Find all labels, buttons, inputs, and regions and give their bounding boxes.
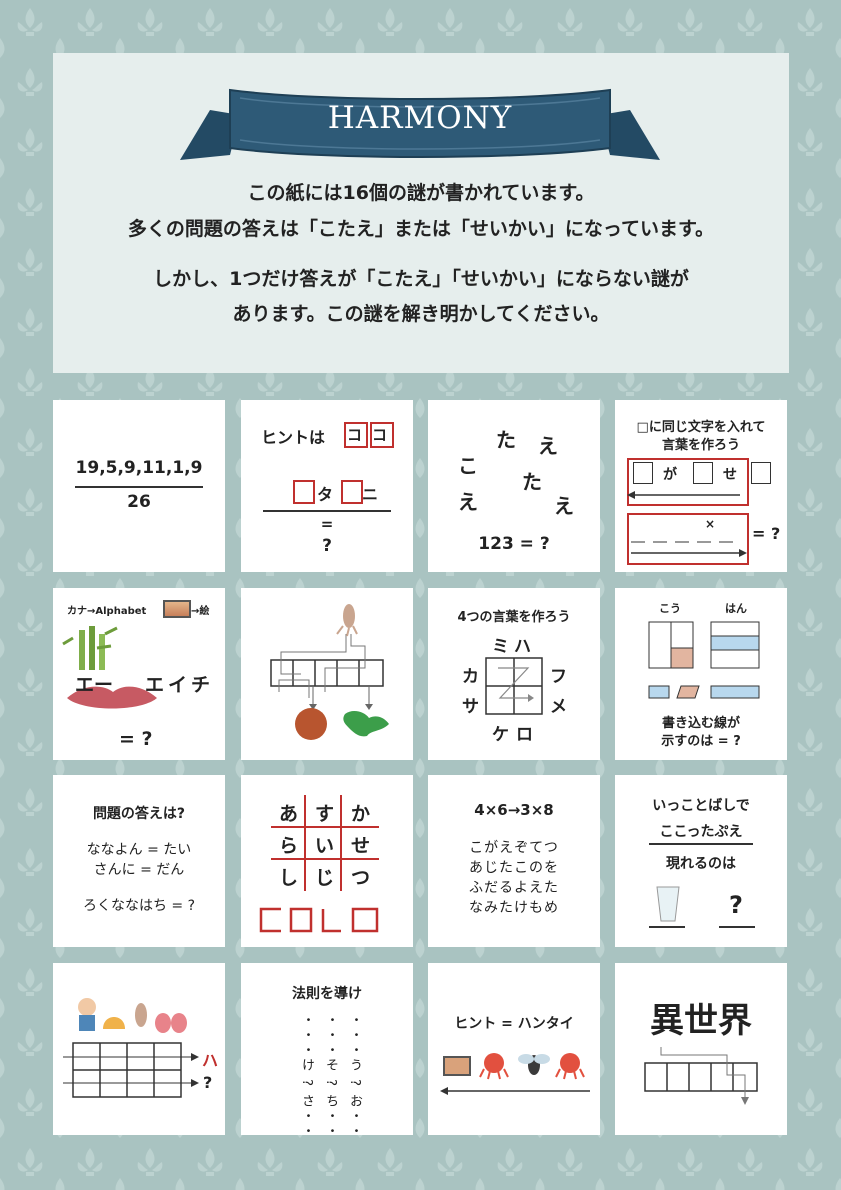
- maze-diagram: [270, 604, 389, 740]
- char-e-1: え: [538, 434, 558, 458]
- puzzle-card-13: ハ ?: [53, 963, 225, 1135]
- card11-row: あじたこのを: [469, 860, 559, 876]
- card9-question: 問題の答えは?: [92, 806, 186, 822]
- fraction-bar: [75, 486, 203, 488]
- card9-line-1: ななよん = たい: [86, 842, 192, 858]
- puzzle-card-1: 19,5,9,11,1,9 26: [53, 400, 225, 572]
- puzzle-card-3: た え こ た え え 123 = ?: [428, 400, 600, 572]
- intro-line-2: 多くの問題の答えは「こたえ」または「せいかい」になっています。: [127, 218, 715, 240]
- equation: 123 = ?: [478, 534, 550, 554]
- puzzle-card-6: [241, 588, 413, 760]
- puzzle-card-11: 4×6→3×8 こがえぞてつ あじたこのを ふだるよえた なみたけもめ: [428, 775, 600, 947]
- grid-char: じ: [315, 867, 335, 889]
- column-1: ・・・け ? さ・・・: [299, 1013, 314, 1135]
- card9-line-3: ろくななはち = ?: [82, 898, 196, 914]
- lungs-icon: [155, 1013, 187, 1033]
- puzzle-card-4: □に同じ文字を入れて 言葉を作ろう が せ × = ?: [615, 400, 787, 572]
- card11-row: ふだるよえた: [469, 880, 559, 896]
- equals-question: = ?: [119, 728, 153, 750]
- mars-icon: [295, 708, 327, 740]
- question-mark: ?: [322, 536, 332, 556]
- shell-icon: [103, 1017, 125, 1029]
- grid-char: つ: [351, 867, 371, 889]
- hint-label: ヒントは: [261, 428, 326, 447]
- char-ko: こ: [458, 454, 478, 478]
- ta-char: タ: [317, 485, 334, 504]
- ni-char: ニ: [362, 485, 379, 504]
- grid-char: す: [315, 803, 335, 825]
- grid-char: ら: [279, 835, 299, 857]
- title-banner: HARMONY: [170, 70, 670, 170]
- answer-glyph-boxes: [259, 907, 379, 933]
- icon-row: [440, 1053, 590, 1095]
- fraction-numerator: 19,5,9,11,1,9: [75, 458, 203, 478]
- puzzle-card-16: 異世界: [615, 963, 787, 1135]
- column-3: ・・・う ? お・・・: [347, 1013, 362, 1135]
- card8-text-2: 示すのは = ?: [661, 734, 741, 749]
- puzzle-card-8: こう はん 書き込む線が 示すのは = ?: [615, 588, 787, 760]
- maze-diagram: [644, 1047, 758, 1105]
- answer-ha: ハ: [202, 1051, 219, 1070]
- eichi-text: エイチ: [145, 674, 215, 696]
- times-mark: ×: [705, 517, 716, 531]
- ee-text: エー: [75, 674, 114, 696]
- intro-line-1: この紙には16個の謎が書かれています。: [247, 182, 595, 204]
- glass-icon: [649, 886, 755, 928]
- char-ta-1: た: [496, 428, 516, 452]
- grid-2x2: [485, 657, 543, 715]
- word-frame-2: [627, 513, 749, 565]
- octopus-icon: [555, 1053, 585, 1080]
- answer-question: ?: [203, 1073, 213, 1092]
- fraction-bar: [263, 510, 391, 512]
- world-map-icon: [343, 711, 389, 737]
- puzzle-card-9: 問題の答えは? ななよん = たい さんに = だん ろくななはち = ?: [53, 775, 225, 947]
- painting-icon: [443, 1056, 471, 1076]
- puzzle-card-15: ヒント = ハンタイ: [428, 963, 600, 1135]
- grid-char: せ: [351, 835, 371, 857]
- banner-title: HARMONY: [327, 100, 513, 136]
- fly-icon: [518, 1054, 550, 1075]
- squid-icon: [336, 604, 358, 637]
- squid-icon: [135, 1003, 147, 1027]
- card11-row: なみたけもめ: [469, 900, 559, 916]
- intro-line-3: しかし、1つだけ答えが「こたえ」「せいかい」にならない謎が: [153, 268, 689, 290]
- grid-char: し: [279, 867, 299, 889]
- char-e-2: え: [458, 490, 478, 514]
- card11-row: こがえぞてつ: [469, 840, 559, 856]
- equals-sign: =: [320, 515, 334, 533]
- grid-char: か: [351, 803, 371, 825]
- equals-question: = ?: [752, 524, 781, 543]
- puzzle-card-14: 法則を導け ・・・け ? さ・・・ ・・・そ ? ち・・・ ・・・う ? お・・…: [241, 963, 413, 1135]
- fraction-denominator: 26: [127, 492, 151, 512]
- column-2: ・・・そ ? ち・・・: [323, 1013, 338, 1135]
- grid-char: い: [315, 835, 335, 857]
- char-ta-2: た: [522, 470, 542, 494]
- intro-line-4: あります。この謎を解き明かしてください。: [232, 303, 610, 325]
- octopus-icon: [479, 1053, 509, 1080]
- answer-question: ?: [729, 891, 743, 919]
- puzzle-card-10: あ す か ら い せ し じ つ: [241, 775, 413, 947]
- card11-rule: 4×6→3×8: [474, 801, 554, 819]
- hint-boxes-text: ココ: [347, 426, 398, 444]
- grid-char: あ: [279, 803, 299, 825]
- blank-box-1: [293, 480, 315, 504]
- blank-box-2: [341, 480, 363, 504]
- char-e-3: え: [554, 494, 574, 518]
- puzzle-card-7: 4つの言葉を作ろう ミ ハ カ フ サ メ ケ ロ: [428, 588, 600, 760]
- puzzle-card-12: いっことばしで ここったぷえ 現れるのは ?: [615, 775, 787, 947]
- puzzle-card-5: カナ→Alphabet →絵 エー エイチ = ?: [53, 588, 225, 760]
- card8-text-1: 書き込む線が: [661, 716, 740, 731]
- card9-line-2: さんに = だん: [93, 862, 185, 878]
- boy-icon: [78, 998, 96, 1031]
- puzzle-card-2: ヒントは ココ タ ニ = ?: [241, 400, 413, 572]
- icons-and-grid: [63, 998, 199, 1098]
- card14-title: 法則を導け: [292, 986, 362, 1002]
